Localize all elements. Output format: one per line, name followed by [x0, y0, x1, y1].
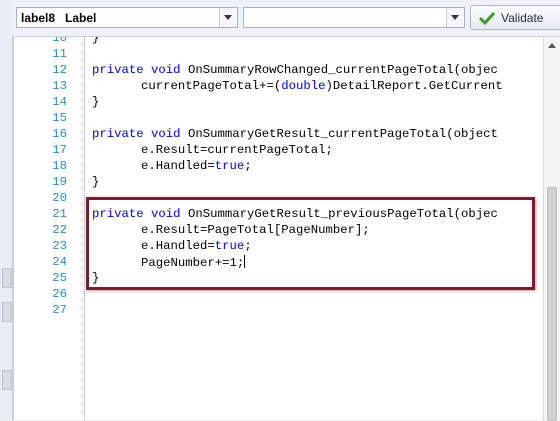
line-number: 18	[52, 159, 67, 173]
code-text: e.Handled=true;	[141, 159, 252, 173]
line-number: 14	[52, 95, 67, 109]
code-pre: currentPageTotal+=(	[141, 79, 282, 93]
code-line: 27	[14, 303, 544, 319]
code-line: 17 e.Result=currentPageTotal;	[14, 143, 544, 159]
code-line: 16 private void OnSummaryGetResult_curre…	[14, 127, 544, 143]
validate-button-label: Validate	[501, 11, 544, 25]
line-number: 13	[52, 79, 67, 93]
code-text: currentPageTotal+=(double)DetailReport.G…	[141, 79, 503, 93]
code-text: e.Result=currentPageTotal;	[141, 143, 333, 157]
line-number: 16	[52, 127, 67, 141]
code-line: 19 }	[14, 175, 544, 191]
code-rest: ;	[244, 159, 252, 173]
line-number: 26	[52, 287, 67, 301]
code-line: 11	[14, 47, 544, 63]
panel-tab[interactable]	[2, 370, 12, 390]
code-rest: )DetailReport.GetCurrent	[325, 79, 503, 93]
panel-tab[interactable]	[2, 268, 12, 288]
keyword: double	[281, 79, 326, 93]
line-number: 15	[52, 111, 67, 125]
scroll-up-icon[interactable]	[548, 43, 556, 48]
code-line: 14 }	[14, 95, 544, 111]
line-number: 10	[52, 37, 67, 45]
event-select[interactable]	[243, 7, 465, 28]
annotation-highlight-box	[86, 197, 535, 290]
code-line: 10 }	[14, 37, 544, 47]
code-line: 18 e.Handled=true;	[14, 159, 544, 175]
event-select-dropdown-button[interactable]	[446, 8, 464, 27]
code-pre: e.Handled=	[141, 159, 215, 173]
code-line: 12 private void OnSummaryRowChanged_curr…	[14, 63, 544, 79]
line-number: 21	[52, 207, 67, 221]
script-toolbar: label8 Label Validate	[12, 0, 560, 37]
chevron-down-icon	[224, 15, 232, 20]
line-number: 12	[52, 63, 67, 77]
line-number: 25	[52, 271, 67, 285]
code-text: }	[92, 175, 100, 189]
line-number: 19	[52, 175, 67, 189]
keyword: true	[214, 159, 245, 173]
line-number: 20	[52, 191, 67, 205]
line-number: 11	[52, 47, 67, 61]
checkmark-icon	[479, 11, 495, 25]
panel-tab[interactable]	[2, 302, 12, 322]
object-select-value: label8 Label	[21, 11, 97, 25]
code-text: private void OnSummaryGetResult_currentP…	[92, 127, 498, 141]
code-text: }	[92, 37, 100, 45]
scrollbar-thumb[interactable]	[547, 187, 557, 421]
line-number: 23	[52, 239, 67, 253]
keyword: private void	[92, 63, 181, 77]
object-select[interactable]: label8 Label	[16, 7, 238, 28]
keyword: private void	[92, 127, 181, 141]
validate-button[interactable]: Validate	[470, 5, 560, 30]
code-rest: OnSummaryGetResult_currentPageTotal(obje…	[180, 127, 498, 141]
code-text: }	[92, 95, 100, 109]
line-number: 22	[52, 223, 67, 237]
line-number: 27	[52, 303, 67, 317]
code-text: private void OnSummaryRowChanged_current…	[92, 63, 498, 77]
code-rest: OnSummaryRowChanged_currentPageTotal(obj…	[180, 63, 498, 77]
line-number: 24	[52, 255, 67, 269]
chevron-down-icon	[451, 15, 459, 20]
code-line: 13 currentPageTotal+=(double)DetailRepor…	[14, 79, 544, 95]
object-select-dropdown-button[interactable]	[219, 8, 237, 27]
vertical-scrollbar[interactable]	[543, 37, 560, 421]
code-line: 15	[14, 111, 544, 127]
line-number: 17	[52, 143, 67, 157]
left-panel-edge	[0, 0, 13, 420]
